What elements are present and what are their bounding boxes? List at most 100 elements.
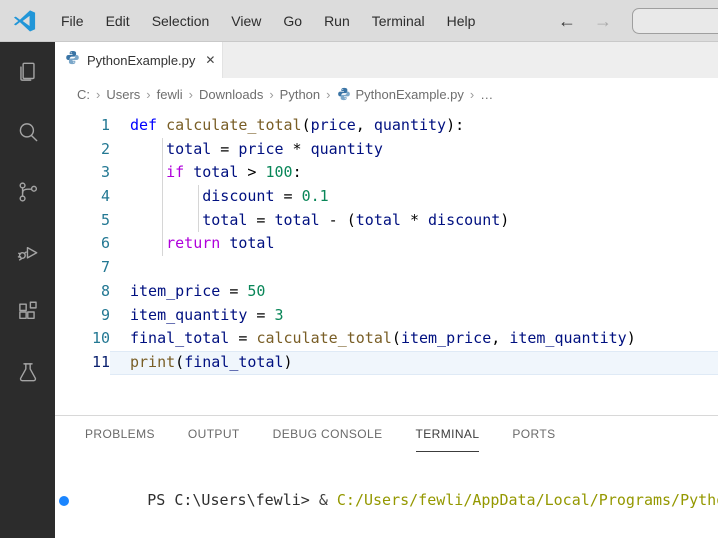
code-token: = [211,139,239,158]
code-line-text: discount = 0.1 [110,185,718,209]
code-token: total [229,234,275,253]
source-control-icon[interactable] [4,168,52,216]
code-token: , [491,329,510,348]
code-line-8[interactable]: 8 item_price = 50 [55,280,718,304]
code-token: ( [391,329,401,348]
menu-item-file[interactable]: File [50,0,95,41]
line-number: 6 [100,234,110,253]
code-token: : [292,163,302,182]
code-token: - ( [319,210,356,229]
breadcrumb-item-c-[interactable]: C: [77,87,90,102]
menu-item-run[interactable]: Run [313,0,361,41]
breadcrumb-separator-icon: › [188,86,193,102]
panel-tab-ports[interactable]: PORTS [512,416,555,452]
code-token: = [247,305,275,324]
code-token: final_total [184,352,284,371]
code-line-3[interactable]: 3 if total > 100: [55,161,718,186]
code-line-10[interactable]: 10 final_total = calculate_total(item_pri… [55,327,718,351]
testing-icon[interactable] [4,348,52,396]
run-and-debug-icon[interactable] [4,228,52,276]
breadcrumb-item-file[interactable]: PythonExample.py [337,87,464,102]
code-line-4[interactable]: 4 discount = 0.1 [55,185,718,209]
breadcrumb-item-python[interactable]: Python [280,87,320,102]
code-token: ) [500,210,510,229]
code-token: ) [283,352,293,371]
code-line-text: item_quantity = 3 [110,304,718,328]
code-line-9[interactable]: 9 item_quantity = 3 [55,304,718,328]
code-line-5[interactable]: 5 total = total - (total * discount) [55,208,718,233]
code-line-1[interactable]: 1 def calculate_total(price, quantity): [55,114,718,138]
code-token: > [238,163,266,182]
menu-item-help[interactable]: Help [436,0,487,41]
back-arrow-button[interactable]: ← [558,0,576,42]
terminal-command-text: C:/Users/fewli/AppData/Local/Programs/Py… [336,491,718,509]
close-icon[interactable]: ✕ [205,53,215,67]
explorer-icon[interactable] [4,48,52,96]
line-number: 3 [100,163,110,182]
breadcrumb-item-fewli[interactable]: fewli [157,87,183,102]
code-token: ( [175,352,185,371]
indent-guide [198,185,200,209]
breadcrumb-file-label: PythonExample.py [355,86,464,102]
tab-label: PythonExample.py [87,52,196,68]
breadcrumb-overflow[interactable]: … [480,87,493,102]
indent-guide [162,137,164,162]
panel-tab-output[interactable]: OUTPUT [188,416,240,452]
code-token: 50 [247,281,266,300]
code-token: price [238,139,284,158]
tab-bar: PythonExample.py ✕ [55,42,718,78]
code-token: print [130,352,176,371]
menu-item-terminal[interactable]: Terminal [361,0,436,41]
code-line-text: total = total - (total * discount) [110,208,718,233]
code-line-text: total = price * quantity [110,137,718,162]
terminal[interactable]: PS C:\Users\fewli> & C:/Users/fewli/AppD… [55,452,718,538]
breadcrumb-separator-icon: › [146,86,151,102]
breadcrumb: C: › Users › fewli › Downloads › Python › PythonE… [55,78,718,110]
code-line-7[interactable]: 7 [55,256,718,280]
menu-item-edit[interactable]: Edit [95,0,141,41]
terminal-prompt: PS C:\Users\fewli> [147,491,319,509]
panel-tab-problems[interactable]: PROBLEMS [85,416,155,452]
panel-tab-terminal[interactable]: TERMINAL [415,416,480,452]
breadcrumb-item-users[interactable]: Users [106,87,140,102]
code-token: item_price [400,329,492,348]
panel-tab-debug-console[interactable]: DEBUG CONSOLE [273,416,383,452]
code-line-2[interactable]: 2 total = price * quantity [55,137,718,162]
indent-guide [162,185,164,209]
extensions-icon[interactable] [4,288,52,336]
code-token: quantity [373,116,447,134]
tab-pythonexample[interactable]: PythonExample.py ✕ [55,42,223,78]
code-editor[interactable]: 1 def calculate_total(price, quantity): 2 … [55,110,718,414]
code-token: item_quantity [130,305,248,324]
menu-item-view[interactable]: View [220,0,272,41]
command-center-search-box[interactable] [632,8,718,34]
command-decoration-icon[interactable] [59,495,69,506]
code-token: quantity [310,139,383,158]
code-token: = [247,210,275,229]
menu-bar: File Edit Selection View Go Run Terminal Help [50,0,486,41]
code-token: discount [428,210,501,229]
search-icon[interactable] [4,108,52,156]
code-line-6[interactable]: 6 return total [55,232,718,257]
breadcrumb-separator-icon: › [269,86,274,102]
menu-item-go[interactable]: Go [272,0,313,41]
breadcrumb-separator-icon: › [469,86,475,102]
code-token: ( [301,116,311,134]
python-file-icon [66,50,79,65]
bottom-panel: PROBLEMS OUTPUT DEBUG CONSOLE TERMINAL PORTS… [55,415,718,538]
code-token: total [355,210,401,229]
terminal-operator: & [318,491,337,509]
indent-guide [162,161,164,186]
code-line-11[interactable]: 11 print(final_total) [55,350,718,375]
indent-guide [162,208,164,233]
line-number: 9 [100,305,110,324]
breadcrumb-item-downloads[interactable]: Downloads [199,87,263,102]
forward-arrow-button[interactable]: → [594,0,612,42]
menu-item-selection[interactable]: Selection [141,0,221,41]
code-token: def [130,116,158,134]
